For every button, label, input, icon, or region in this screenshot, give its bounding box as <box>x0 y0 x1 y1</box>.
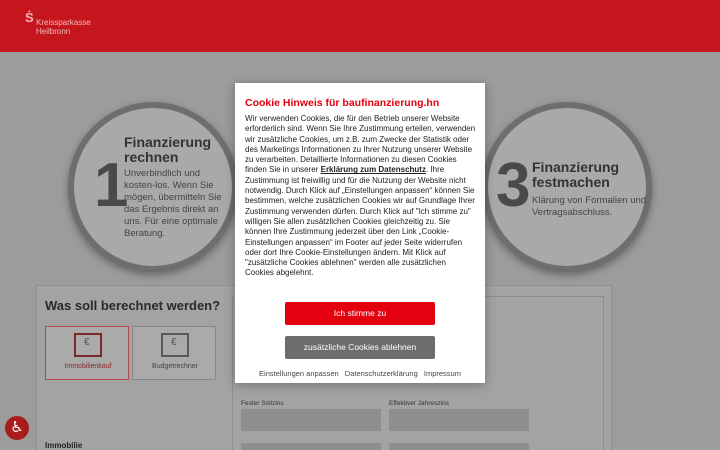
step-3-circle: 3 Finanzierung festmachen Klärung von Fo… <box>482 102 652 272</box>
jahreszins-input[interactable] <box>389 409 529 431</box>
site-header: Ṡ Kreissparkasse Heilbronn <box>0 0 720 52</box>
reject-button[interactable]: zusätzliche Cookies ablehnen <box>285 336 435 359</box>
step-1-text: Unverbindlich und kosten-los. Wenn Sie m… <box>124 168 222 239</box>
accessibility-icon[interactable]: ♿ <box>5 416 29 440</box>
house-euro-icon <box>74 333 102 357</box>
step-3-number: 3 <box>496 151 531 220</box>
privacy-policy-link[interactable]: Datenschutzerklärung <box>345 369 418 378</box>
step-1-title: Finanzierung rechnen <box>124 134 212 165</box>
field-label-sollzins: Fester Sollzins <box>241 400 284 407</box>
dialog-body: Wir verwenden Cookies, die für den Betri… <box>245 114 477 279</box>
calculator-title: Was soll berechnet werden? <box>45 298 221 313</box>
dialog-text: . Ihre Zustimmung ist freiwillig und für… <box>245 165 475 278</box>
brand-line2: Heilbronn <box>36 27 71 36</box>
sollzins-input[interactable] <box>241 409 381 431</box>
tile-label: Budgetrechner <box>152 363 198 370</box>
accept-button[interactable]: Ich stimme zu <box>285 302 435 325</box>
settings-link[interactable]: Einstellungen anpassen <box>259 369 339 378</box>
imprint-link[interactable]: Impressum <box>424 369 461 378</box>
input-field[interactable] <box>389 443 529 450</box>
brand-line1: Kreissparkasse <box>36 18 91 27</box>
dialog-links: Einstellungen anpassen Datenschutzerklär… <box>235 369 485 378</box>
cookie-dialog: Cookie Hinweis für baufinanzierung.hn Wi… <box>235 83 485 383</box>
step-3-text: Klärung von Formalien und Vertragsabschl… <box>532 195 647 218</box>
field-label-jahreszins: Effektiver Jahreszins <box>389 400 449 407</box>
tile-immobilienkauf[interactable]: Immobilienkauf <box>45 326 129 380</box>
tile-label: Immobilienkauf <box>64 363 112 370</box>
tile-budgetrechner[interactable]: Budgetrechner <box>132 326 216 380</box>
privacy-link[interactable]: Erklärung zum Datenschutz <box>321 165 426 174</box>
input-field[interactable] <box>241 443 381 450</box>
sparkasse-s-icon: Ṡ <box>25 10 34 25</box>
dialog-title: Cookie Hinweis für baufinanzierung.hn <box>245 97 440 109</box>
house-euro-icon <box>161 333 189 357</box>
step-1-circle: 1 Finanzierung rechnen Unverbindlich und… <box>68 102 238 272</box>
section-immobilie: Immobilie <box>45 441 83 450</box>
step-3-title: Finanzierung festmachen <box>532 159 620 190</box>
